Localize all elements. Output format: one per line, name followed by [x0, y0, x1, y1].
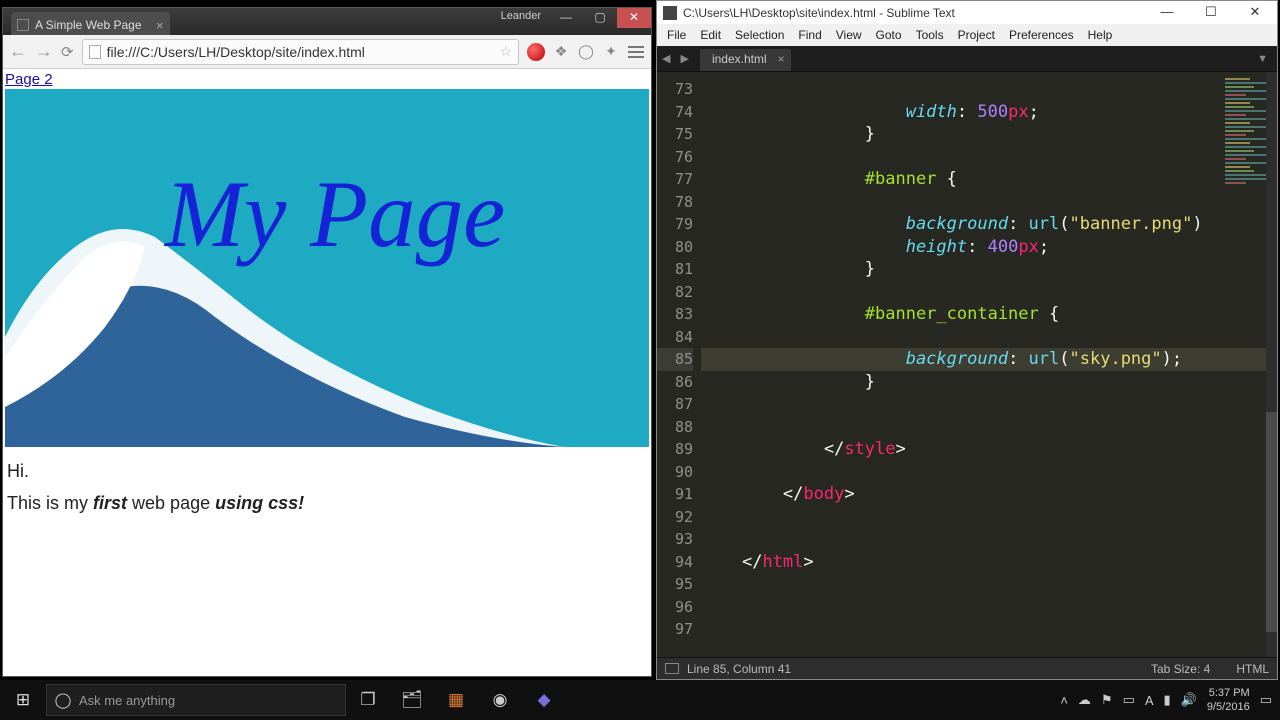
system-tray: ˄ ☁ ⚑ ▭ A ▮ 🔊 5:37 PM 9/5/2016 ▭	[1060, 686, 1280, 714]
line-gutter: 7374757677787980818283848586878889909192…	[657, 72, 701, 657]
windows-taskbar: ⊞ ◯ Ask me anything ❐ 🗂 ▦ ◉ ◆ ˄ ☁ ⚑ ▭ A …	[0, 680, 1280, 720]
extension-icon[interactable]: ❖	[552, 43, 570, 61]
back-button[interactable]: ←	[9, 41, 27, 62]
page-icon	[89, 45, 101, 59]
menu-file[interactable]: File	[667, 28, 686, 42]
start-button[interactable]: ⊞	[0, 690, 46, 710]
extension-icon[interactable]: ✦	[602, 43, 620, 61]
page2-link[interactable]: Page 2	[5, 71, 53, 88]
syntax-mode[interactable]: HTML	[1236, 662, 1269, 676]
chrome-toolbar: ← → ⟳ file:///C:/Users/LH/Desktop/site/i…	[3, 35, 651, 69]
forward-button[interactable]: →	[35, 41, 53, 62]
menu-edit[interactable]: Edit	[700, 28, 721, 42]
maximize-button[interactable]: ☐	[1189, 1, 1233, 24]
panel-switch-icon[interactable]	[665, 663, 679, 674]
minimize-button[interactable]: —	[549, 8, 583, 28]
banner: My Page	[5, 89, 649, 447]
profile-name[interactable]: Leander	[501, 10, 541, 22]
bookmark-icon[interactable]: ☆	[499, 43, 512, 60]
file-explorer-icon[interactable]: 🗂	[390, 690, 434, 710]
chrome-titlebar[interactable]: A Simple Web Page × Leander — ▢ ✕	[3, 8, 651, 35]
sublime-taskbar-icon[interactable]: ▦	[434, 690, 478, 710]
date: 9/5/2016	[1207, 700, 1250, 714]
text-line: This is my first web page using css!	[7, 487, 647, 519]
menu-help[interactable]: Help	[1088, 28, 1113, 42]
menu-preferences[interactable]: Preferences	[1009, 28, 1074, 42]
close-tab-icon[interactable]: ×	[156, 18, 164, 33]
url-text: file:///C:/Users/LH/Desktop/site/index.h…	[107, 44, 365, 60]
chrome-window-controls: — ▢ ✕	[549, 8, 651, 28]
address-bar[interactable]: file:///C:/Users/LH/Desktop/site/index.h…	[82, 39, 519, 65]
clock[interactable]: 5:37 PM 9/5/2016	[1207, 686, 1250, 714]
menu-selection[interactable]: Selection	[735, 28, 784, 42]
scrollbar-thumb[interactable]	[1266, 412, 1277, 632]
browser-tab[interactable]: A Simple Web Page ×	[11, 12, 170, 35]
banner-title: My Page	[165, 159, 505, 269]
menu-bar: File Edit Selection Find View Goto Tools…	[657, 24, 1277, 46]
minimap[interactable]	[1225, 76, 1267, 336]
sublime-window: C:\Users\LH\Desktop\site\index.html - Su…	[656, 0, 1278, 680]
app-icon	[663, 6, 677, 20]
close-tab-icon[interactable]: ×	[778, 52, 785, 66]
menu-project[interactable]: Project	[958, 28, 995, 42]
tab-title: A Simple Web Page	[35, 18, 142, 32]
editor-area[interactable]: 7374757677787980818283848586878889909192…	[657, 72, 1277, 657]
text-line: Hi.	[7, 455, 647, 487]
favicon-icon	[17, 19, 29, 31]
editor-tab[interactable]: index.html ×	[700, 49, 791, 71]
time: 5:37 PM	[1207, 686, 1250, 700]
search-placeholder: Ask me anything	[79, 693, 175, 708]
menu-button[interactable]	[627, 43, 645, 61]
extensions: ❖ ◯ ✦	[527, 43, 645, 61]
chrome-taskbar-icon[interactable]: ◉	[478, 690, 522, 710]
code-content[interactable]: width: 500px; } #banner { background: ur…	[701, 72, 1277, 657]
tab-prev-icon[interactable]: ◀	[657, 52, 675, 65]
tray-up-icon[interactable]: ˄	[1060, 693, 1068, 708]
app-taskbar-icon[interactable]: ◆	[522, 690, 566, 710]
menu-goto[interactable]: Goto	[876, 28, 902, 42]
menu-tools[interactable]: Tools	[916, 28, 944, 42]
tab-size[interactable]: Tab Size: 4	[1151, 662, 1210, 676]
status-bar: Line 85, Column 41 Tab Size: 4 HTML	[657, 657, 1277, 679]
tray-icon[interactable]: ⚑	[1101, 692, 1113, 708]
tab-next-icon[interactable]: ▶	[675, 52, 693, 65]
notifications-icon[interactable]: ▭	[1260, 692, 1272, 708]
menu-view[interactable]: View	[836, 28, 862, 42]
battery-icon[interactable]: ▭	[1123, 692, 1135, 708]
cortana-icon: ◯	[47, 691, 79, 709]
close-button[interactable]: ✕	[617, 8, 651, 28]
minimize-button[interactable]: —	[1145, 1, 1189, 24]
extension-icon[interactable]	[527, 43, 545, 61]
extension-icon[interactable]: ◯	[577, 43, 595, 61]
chrome-window: A Simple Web Page × Leander — ▢ ✕ ← → ⟳ …	[2, 7, 652, 677]
reload-button[interactable]: ⟳	[61, 43, 74, 61]
sublime-titlebar[interactable]: C:\Users\LH\Desktop\site\index.html - Su…	[657, 1, 1277, 24]
banner-container: My Page	[5, 89, 649, 447]
tray-icon[interactable]: A	[1145, 693, 1154, 708]
maximize-button[interactable]: ▢	[583, 8, 617, 28]
tab-label: index.html	[712, 52, 767, 66]
cursor-position[interactable]: Line 85, Column 41	[687, 662, 791, 676]
tray-icon[interactable]: ☁	[1078, 692, 1091, 708]
window-title: C:\Users\LH\Desktop\site\index.html - Su…	[683, 6, 955, 20]
cortana-search[interactable]: ◯ Ask me anything	[46, 684, 346, 716]
menu-find[interactable]: Find	[798, 28, 821, 42]
sublime-window-controls: — ☐ ✕	[1145, 1, 1277, 24]
volume-icon[interactable]: 🔊	[1181, 692, 1197, 708]
network-icon[interactable]: ▮	[1164, 692, 1171, 708]
page-body-text: Hi. This is my first web page using css!	[3, 447, 651, 528]
editor-tabs: ◀ ▶ index.html × ▼	[657, 46, 1277, 72]
tab-menu-icon[interactable]: ▼	[1252, 53, 1273, 65]
close-button[interactable]: ✕	[1233, 1, 1277, 24]
task-view-button[interactable]: ❐	[346, 690, 390, 710]
page-viewport: Page 2 My Page Hi. This is my first web …	[3, 69, 651, 676]
